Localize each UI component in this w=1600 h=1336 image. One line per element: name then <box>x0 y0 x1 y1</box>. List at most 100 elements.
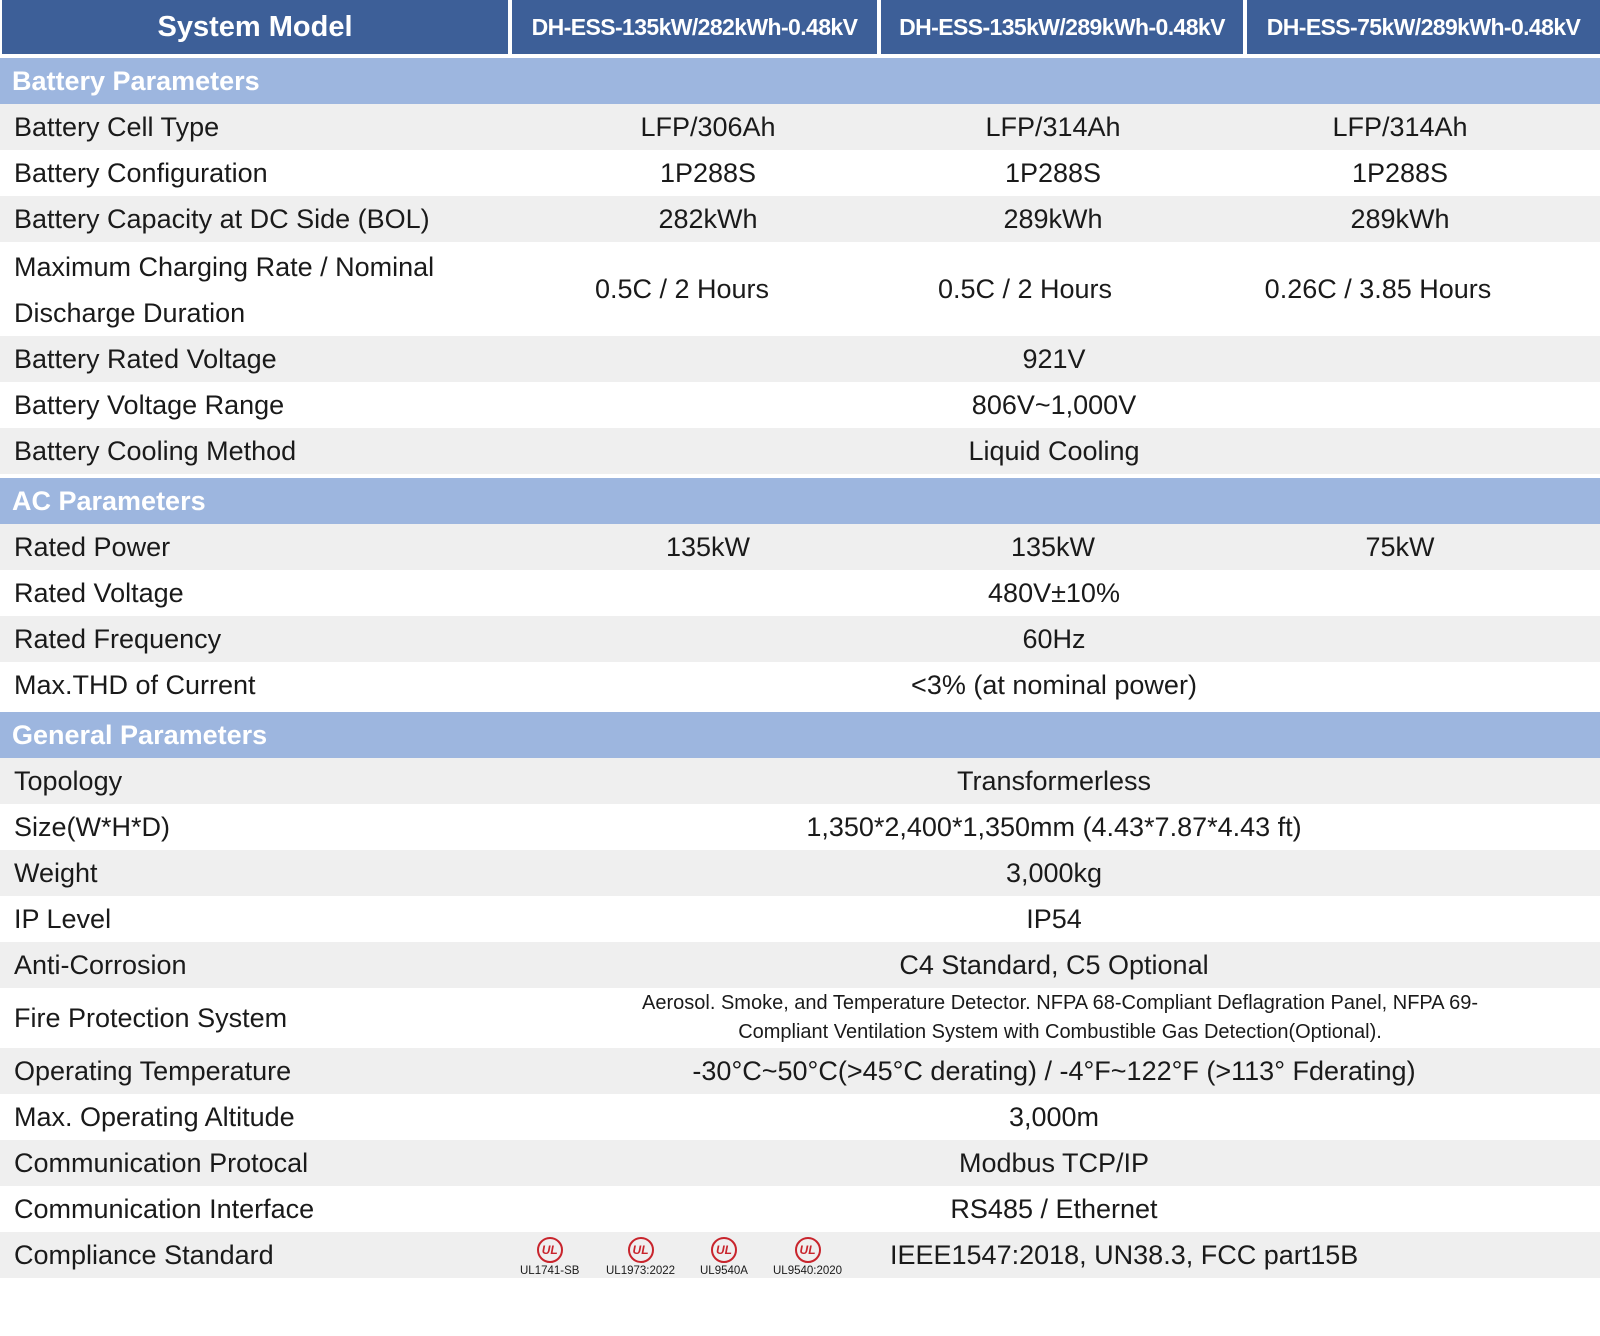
value-model-2: 289kWh <box>1003 203 1103 234</box>
value-all-models: Aerosol. Smoke, and Temperature Detector… <box>540 989 1580 1047</box>
value-all-models: RS485 / Ethernet <box>950 1193 1158 1224</box>
row-weight: Weight 3,000kg <box>0 850 1600 896</box>
value-model-3: 0.26C / 3.85 Hours <box>1264 273 1492 304</box>
row-battery-capacity: Battery Capacity at DC Side (BOL) 282kWh… <box>0 196 1600 242</box>
row-label: Communication Protocal <box>14 1148 309 1178</box>
row-operating-temperature: Operating Temperature -30°C~50°C(>45°C d… <box>0 1048 1600 1094</box>
row-label-line-1: Maximum Charging Rate / Nominal <box>14 252 435 282</box>
compliance-value: IEEE1547:2018, UN38.3, FCC part15B <box>890 1239 1359 1270</box>
row-battery-configuration: Battery Configuration 1P288S 1P288S 1P28… <box>0 150 1600 196</box>
row-rated-power: Rated Power 135kW 135kW 75kW <box>0 524 1600 570</box>
value-all-models: 806V~1,000V <box>971 389 1137 420</box>
value-model-1: 135kW <box>665 531 751 562</box>
row-max-thd: Max.THD of Current <3% (at nominal power… <box>0 662 1600 708</box>
ul-logo-icon: UL <box>627 1237 654 1263</box>
row-anti-corrosion: Anti-Corrosion C4 Standard, C5 Optional <box>0 942 1600 988</box>
row-charging-rate: Maximum Charging Rate / Nominal Discharg… <box>0 242 1600 336</box>
row-communication-protocol: Communication Protocal Modbus TCP/IP <box>0 1140 1600 1186</box>
value-model-2: 135kW <box>1010 531 1096 562</box>
ul-certification-mark: UL UL9540A <box>700 1237 748 1277</box>
row-label-line-2: Discharge Duration <box>14 298 246 328</box>
row-label: Rated Frequency <box>14 624 222 654</box>
row-rated-voltage: Rated Voltage 480V±10% <box>0 570 1600 616</box>
section-ac-parameters: AC Parameters <box>0 478 1600 524</box>
value-model-2: LFP/314Ah <box>985 111 1121 142</box>
value-all-models: C4 Standard, C5 Optional <box>899 949 1209 980</box>
value-model-3: LFP/314Ah <box>1332 111 1468 142</box>
row-label: Maximum Charging Rate / Nominal Discharg… <box>14 244 434 336</box>
value-all-models: Modbus TCP/IP <box>958 1147 1150 1178</box>
row-label: Max. Operating Altitude <box>14 1102 295 1132</box>
ul-logo-icon: UL <box>794 1237 821 1263</box>
cert-label: UL9540A <box>700 1265 748 1277</box>
value-all-models: -30°C~50°C(>45°C derating) / -4°F~122°F … <box>692 1055 1416 1086</box>
value-all-models: <3% (at nominal power) <box>911 669 1197 700</box>
ul-logo-icon: UL <box>536 1237 563 1263</box>
value-all-models: 921V <box>1022 343 1086 374</box>
ul-logo-icon: UL <box>710 1237 737 1263</box>
row-label: Rated Voltage <box>14 578 184 608</box>
ul-certification-mark: UL UL1741-SB <box>520 1237 579 1277</box>
value-all-models: Liquid Cooling <box>968 435 1140 466</box>
row-label: Anti-Corrosion <box>14 950 187 980</box>
row-compliance-standard: Compliance Standard UL UL1741-SB UL UL19… <box>0 1232 1600 1278</box>
row-label: Fire Protection System <box>14 1003 288 1033</box>
value-all-models: 1,350*2,400*1,350mm (4.43*7.87*4.43 ft) <box>806 811 1302 842</box>
row-label: Battery Configuration <box>14 158 268 188</box>
value-model-3: 289kWh <box>1350 203 1450 234</box>
row-rated-frequency: Rated Frequency 60Hz <box>0 616 1600 662</box>
value-all-models: Transformerless <box>956 765 1152 796</box>
row-label: Operating Temperature <box>14 1056 292 1086</box>
value-model-3: 75kW <box>1365 531 1435 562</box>
row-label: Size(W*H*D) <box>14 812 171 842</box>
section-general-parameters: General Parameters <box>0 712 1600 758</box>
cert-label: UL9540:2020 <box>773 1265 843 1277</box>
fire-text-line-1: Aerosol. Smoke, and Temperature Detector… <box>642 992 1478 1014</box>
row-battery-voltage-range: Battery Voltage Range 806V~1,000V <box>0 382 1600 428</box>
row-communication-interface: Communication Interface RS485 / Ethernet <box>0 1186 1600 1232</box>
row-label: Battery Cooling Method <box>14 436 297 466</box>
ul-certification-mark: UL UL1973:2022 <box>606 1237 675 1277</box>
ul-certification-mark: UL UL9540:2020 <box>773 1237 842 1277</box>
value-model-1: 0.5C / 2 Hours <box>594 273 770 304</box>
value-all-models: 3,000kg <box>1005 857 1103 888</box>
value-all-models: 3,000m <box>1008 1101 1100 1132</box>
row-fire-protection: Fire Protection System Aerosol. Smoke, a… <box>0 988 1600 1048</box>
table-header: System Model DH-ESS-135kW/282kWh-0.48kV … <box>0 0 1600 54</box>
row-label: Battery Voltage Range <box>14 390 285 420</box>
model-column-2-header: DH-ESS-135kW/289kWh-0.48kV <box>881 0 1243 54</box>
value-model-3: 1P288S <box>1351 157 1449 188</box>
value-model-2: 1P288S <box>1004 157 1102 188</box>
row-label: Topology <box>14 766 123 796</box>
row-max-altitude: Max. Operating Altitude 3,000m <box>0 1094 1600 1140</box>
row-label: Weight <box>14 858 98 888</box>
spec-table: System Model DH-ESS-135kW/282kWh-0.48kV … <box>0 0 1600 1278</box>
value-model-1: LFP/306Ah <box>640 111 776 142</box>
value-all-models: IP54 <box>1026 903 1082 934</box>
row-battery-cooling: Battery Cooling Method Liquid Cooling <box>0 428 1600 474</box>
row-size: Size(W*H*D) 1,350*2,400*1,350mm (4.43*7.… <box>0 804 1600 850</box>
row-topology: Topology Transformerless <box>0 758 1600 804</box>
row-label: Battery Cell Type <box>14 112 220 142</box>
row-label: Battery Capacity at DC Side (BOL) <box>14 204 430 234</box>
row-battery-rated-voltage: Battery Rated Voltage 921V <box>0 336 1600 382</box>
value-model-1: 1P288S <box>659 157 757 188</box>
row-battery-cell-type: Battery Cell Type LFP/306Ah LFP/314Ah LF… <box>0 104 1600 150</box>
model-column-1-header: DH-ESS-135kW/282kWh-0.48kV <box>512 0 877 54</box>
row-label: Communication Interface <box>14 1194 315 1224</box>
row-label: IP Level <box>14 904 112 934</box>
cert-label: UL1973:2022 <box>606 1265 676 1277</box>
row-label: Rated Power <box>14 532 171 562</box>
value-model-2: 0.5C / 2 Hours <box>937 273 1113 304</box>
value-all-models: 480V±10% <box>988 577 1120 608</box>
model-column-3-header: DH-ESS-75kW/289kWh-0.48kV <box>1247 0 1600 54</box>
row-label: Max.THD of Current <box>14 670 256 700</box>
fire-text-line-2: Compliant Ventilation System with Combus… <box>738 1021 1382 1043</box>
row-label: Compliance Standard <box>14 1240 274 1270</box>
value-all-models: 60Hz <box>1022 623 1086 654</box>
system-model-header: System Model <box>2 0 508 54</box>
value-model-1: 282kWh <box>658 203 758 234</box>
row-label: Battery Rated Voltage <box>14 344 277 374</box>
section-battery-parameters: Battery Parameters <box>0 58 1600 104</box>
cert-label: UL1741-SB <box>520 1265 580 1277</box>
